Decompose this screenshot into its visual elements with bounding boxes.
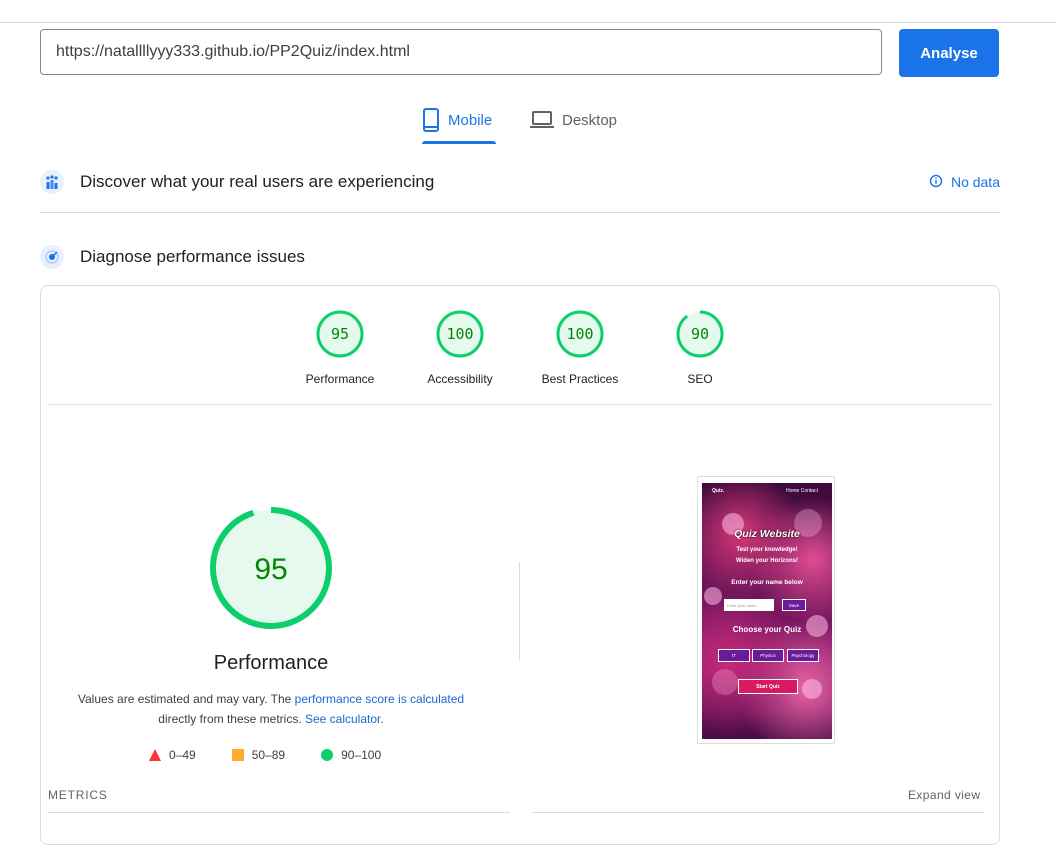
performance-gauge: 95 xyxy=(210,507,332,629)
tab-desktop[interactable]: Desktop xyxy=(530,104,617,144)
legend-item-fail: 0–49 xyxy=(149,748,196,762)
metrics-divider xyxy=(532,812,984,813)
final-screenshot[interactable]: Quiz. Home Contact Quiz Website Test you… xyxy=(697,476,835,744)
score-ring: 90 xyxy=(676,310,724,358)
ph-quiz-physics: Physics xyxy=(752,649,784,662)
ph-nav: Home Contact xyxy=(786,488,818,494)
no-data-label: No data xyxy=(950,174,1000,190)
gauge-label: Accessibility xyxy=(427,372,493,386)
gauge-label: SEO xyxy=(687,372,713,386)
ph-choose-heading: Choose your Quiz xyxy=(732,625,802,634)
ph-brand: Quiz. xyxy=(712,488,725,494)
expand-view-toggle[interactable]: Expand view xyxy=(908,788,980,802)
desc-text: directly from these metrics. xyxy=(158,712,305,726)
gauge-best-practices[interactable]: 100 Best Practices xyxy=(520,310,640,386)
analyse-button[interactable]: Analyse xyxy=(899,29,999,77)
tab-mobile-label: Mobile xyxy=(448,112,493,129)
tab-mobile[interactable]: Mobile xyxy=(422,104,496,144)
legend-range: 0–49 xyxy=(169,748,196,762)
ph-quiz-psychology: Psychology xyxy=(787,649,819,662)
lab-data-header: Diagnose performance issues xyxy=(40,245,1000,269)
ph-name-heading: Enter your name below xyxy=(731,579,803,586)
metrics-divider xyxy=(48,812,510,813)
report-card: 95 Performance 100 Accessibility 100 Bes… xyxy=(40,285,1000,845)
gauge-label: Performance xyxy=(305,372,375,386)
desc-text: . xyxy=(380,712,384,726)
see-calculator-link[interactable]: See calculator xyxy=(305,712,380,726)
gauge-performance[interactable]: 95 Performance xyxy=(280,310,400,386)
ph-save: Save xyxy=(782,599,806,611)
legend-range: 90–100 xyxy=(341,748,382,762)
info-icon xyxy=(929,174,943,191)
vertical-separator xyxy=(519,562,520,660)
legend-item-average: 50–89 xyxy=(231,748,286,762)
ph-tagline: Widen your Horizons! xyxy=(736,558,798,564)
no-data-link[interactable]: No data xyxy=(929,174,1000,191)
active-tab-indicator xyxy=(422,141,496,144)
gauge-label: Best Practices xyxy=(541,372,619,386)
users-chart-icon xyxy=(40,170,64,194)
score-calculated-link[interactable]: performance score is calculated xyxy=(295,692,464,706)
lab-data-title: Diagnose performance issues xyxy=(80,247,305,266)
gauge-accessibility[interactable]: 100 Accessibility xyxy=(400,310,520,386)
gauge-score: 95 xyxy=(331,325,349,343)
laptop-icon xyxy=(530,110,554,134)
screenshot-image: Quiz. Home Contact Quiz Website Test you… xyxy=(702,483,832,739)
ph-tagline: Test your knowledge! xyxy=(736,547,798,553)
desc-text: Values are estimated and may vary. The xyxy=(77,692,295,706)
tab-desktop-label: Desktop xyxy=(562,112,618,129)
ph-quiz-it: IT xyxy=(718,649,750,662)
performance-score: 95 xyxy=(254,553,287,586)
metrics-heading: METRICS xyxy=(48,788,108,802)
score-ring: 100 xyxy=(436,310,484,358)
section-divider xyxy=(40,212,1000,213)
phone-icon xyxy=(422,108,440,136)
gauge-score: 90 xyxy=(691,325,709,343)
ph-name-input: Enter your name xyxy=(724,599,774,611)
gauge-score: 100 xyxy=(446,325,473,343)
score-ring: 100 xyxy=(556,310,604,358)
performance-title: Performance xyxy=(213,652,329,674)
score-ring: 95 xyxy=(316,310,364,358)
field-data-title: Discover what your real users are experi… xyxy=(80,172,435,191)
card-divider xyxy=(49,404,991,405)
circle-icon xyxy=(321,749,334,761)
gauge-score: 100 xyxy=(566,325,593,343)
ph-title: Quiz Website xyxy=(734,528,800,540)
url-input[interactable] xyxy=(40,29,882,75)
ph-start: Start Quiz xyxy=(738,679,798,694)
square-icon xyxy=(231,749,244,761)
lighthouse-icon xyxy=(40,245,64,269)
score-legend: 0–49 50–89 90–100 xyxy=(149,748,417,762)
triangle-icon xyxy=(149,749,161,761)
top-divider xyxy=(0,22,1057,23)
field-data-header: Discover what your real users are experi… xyxy=(40,170,1000,194)
gauge-seo[interactable]: 90 SEO xyxy=(640,310,760,386)
legend-item-pass: 90–100 xyxy=(321,748,381,762)
performance-description: Values are estimated and may vary. The p… xyxy=(71,689,471,729)
legend-range: 50–89 xyxy=(251,748,286,762)
